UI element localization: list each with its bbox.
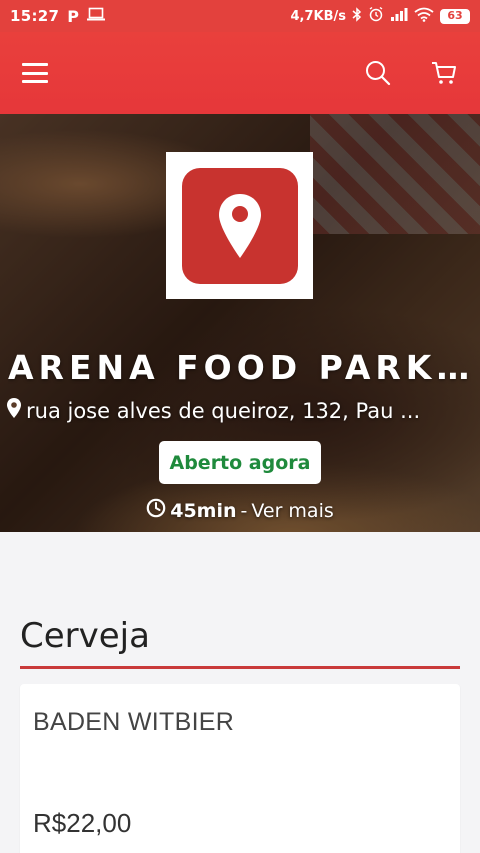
hamburger-menu-icon[interactable] — [22, 63, 48, 83]
search-icon[interactable] — [364, 59, 392, 87]
parking-notification-icon: P — [67, 6, 79, 26]
store-hero-banner: ARENA FOOD PARK ... rua jose alves de qu… — [0, 114, 480, 532]
category-title: Cerveja — [20, 616, 150, 656]
product-name: BADEN WITBIER — [33, 708, 235, 736]
category-divider — [20, 666, 460, 669]
delivery-info: 45min - Ver mais — [0, 498, 480, 523]
menu-content: Cerveja BADEN WITBIER R$22,00 — [0, 532, 480, 853]
product-card[interactable]: BADEN WITBIER R$22,00 — [20, 684, 460, 853]
location-pin-icon — [6, 397, 22, 424]
status-time: 15:27 — [10, 7, 60, 25]
status-bar: 15:27 P 4,7KB/s 63 — [0, 0, 480, 32]
address-text: rua jose alves de queiroz, 132, Pau ... — [26, 398, 421, 423]
delivery-time: 45min — [170, 499, 237, 522]
alarm-icon — [368, 6, 384, 26]
network-speed: 4,7KB/s — [290, 8, 347, 24]
store-address: rua jose alves de queiroz, 132, Pau ... — [6, 397, 472, 424]
store-logo — [166, 152, 313, 299]
separator: - — [240, 499, 248, 522]
clock-icon — [146, 498, 166, 523]
map-pin-logo-icon — [181, 167, 298, 284]
store-status-badge: Aberto agora — [159, 441, 321, 484]
product-price: R$22,00 — [33, 808, 132, 838]
wifi-icon — [414, 7, 434, 26]
battery-indicator: 63 — [440, 8, 470, 24]
see-more-link[interactable]: Ver mais — [251, 500, 333, 522]
shopping-cart-icon[interactable] — [430, 59, 458, 87]
laptop-notification-icon — [86, 7, 105, 25]
app-bar — [0, 32, 480, 114]
store-name: ARENA FOOD PARK ... — [8, 348, 472, 387]
bluetooth-icon — [352, 6, 362, 26]
signal-icon — [390, 7, 408, 25]
